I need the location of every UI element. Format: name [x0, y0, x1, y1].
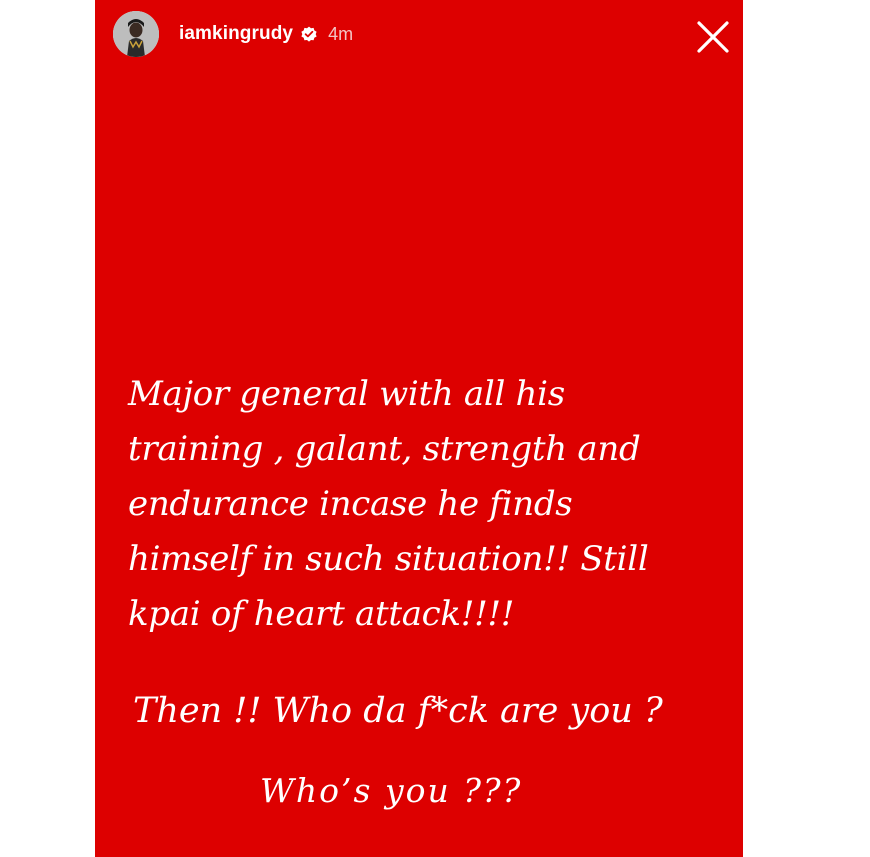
post-time: 4m: [328, 23, 354, 44]
story-final-line: Who’s you ???: [260, 771, 523, 810]
page: iamkingrudy 4m Major general with all hi…: [0, 0, 870, 857]
close-button[interactable]: [693, 17, 733, 57]
story-viewer[interactable]: iamkingrudy 4m Major general with all hi…: [95, 0, 743, 857]
story-header: iamkingrudy 4m: [113, 10, 725, 58]
avatar[interactable]: [113, 11, 159, 57]
avatar-photo-icon: [113, 11, 159, 57]
username[interactable]: iamkingrudy: [179, 23, 293, 45]
story-text-line: Major general with all his: [128, 374, 565, 414]
story-question-line: Then !! Who da f*ck are you ?: [133, 691, 663, 731]
story-text-line: kpai of heart attack!!!!: [128, 594, 515, 634]
story-text-line: himself in such situation!! Still: [128, 539, 649, 579]
story-text-line: endurance incase he finds: [128, 484, 573, 524]
story-text-line: training , galant, strength and: [128, 429, 641, 469]
close-x-icon: [697, 21, 729, 53]
story-text-block: Major general with all his training , ga…: [128, 367, 738, 642]
verified-badge-icon: [301, 26, 317, 42]
